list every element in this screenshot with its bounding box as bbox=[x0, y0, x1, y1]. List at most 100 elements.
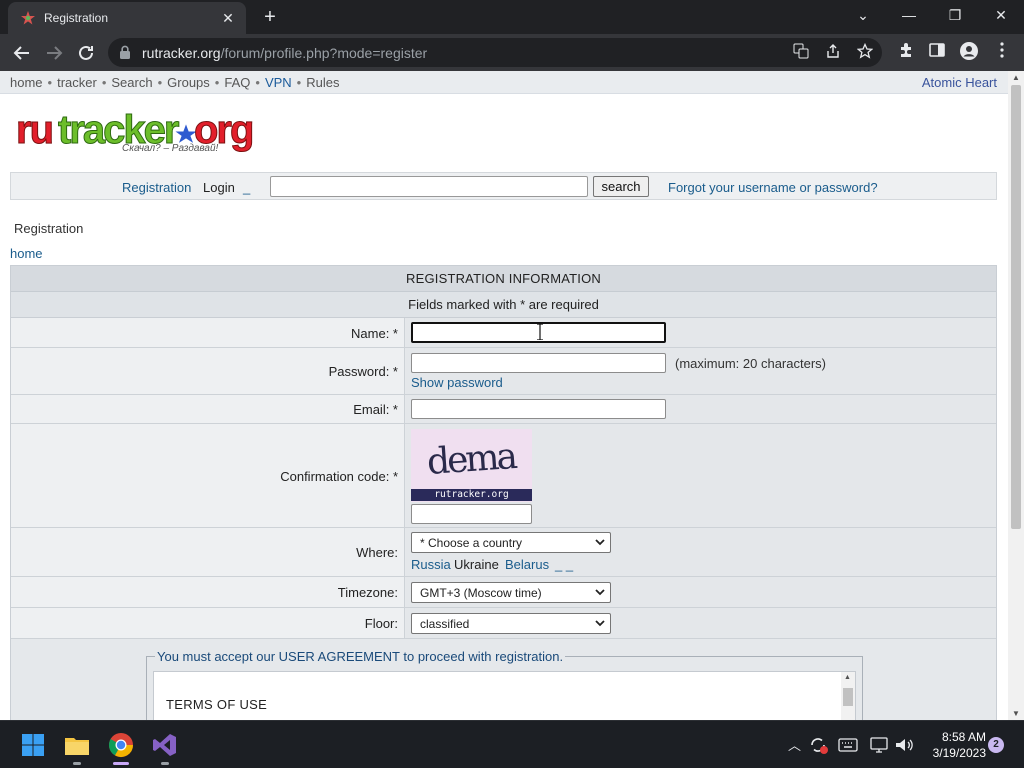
keyboard-icon[interactable] bbox=[838, 737, 858, 753]
sync-update-icon[interactable] bbox=[808, 735, 830, 755]
timezone-label-cell: Timezone: bbox=[11, 577, 405, 607]
tab-search-icon[interactable]: ⌄ bbox=[840, 0, 886, 32]
search-button[interactable]: search bbox=[593, 176, 649, 197]
captcha-input[interactable] bbox=[411, 504, 532, 524]
floor-label: Floor: bbox=[364, 616, 398, 631]
windows-start-icon[interactable] bbox=[19, 731, 47, 759]
email-row: Email: * bbox=[11, 395, 996, 424]
back-icon[interactable] bbox=[9, 40, 35, 66]
lock-icon bbox=[120, 45, 130, 59]
address-bar[interactable]: rutracker.org/forum/profile.php?mode=reg… bbox=[108, 38, 882, 67]
where-row: Where: * Choose a country Russia Ukraine… bbox=[11, 528, 996, 577]
top-nav-links: home • tracker • Search • Groups • FAQ • VPN • Rules bbox=[10, 75, 339, 90]
registration-link[interactable]: Registration bbox=[122, 180, 191, 195]
page-scroll-thumb[interactable] bbox=[1011, 85, 1021, 529]
browser-menu-icon[interactable] bbox=[990, 41, 1014, 65]
windows-taskbar: ︿ 8:58 AM 3/19/2023 2 bbox=[0, 720, 1024, 768]
scroll-up-icon[interactable]: ▲ bbox=[844, 674, 851, 681]
top-navigation: home • tracker • Search • Groups • FAQ • VPN • Rules… bbox=[0, 71, 1008, 94]
terms-scroll-thumb[interactable] bbox=[843, 688, 853, 706]
agreement-legend: You must accept our USER AGREEMENT to pr… bbox=[155, 649, 566, 664]
reload-icon[interactable] bbox=[73, 40, 99, 66]
page-scrollbar[interactable]: ▲ ▼ bbox=[1008, 71, 1024, 720]
country-belarus-link[interactable]: Belarus bbox=[505, 557, 549, 572]
svg-text:ru: ru bbox=[16, 109, 52, 152]
country-ukraine-label[interactable]: Ukraine bbox=[454, 557, 499, 572]
minimize-icon[interactable]: — bbox=[886, 0, 932, 32]
where-label-cell: Where: bbox=[11, 528, 405, 576]
password-label-cell: Password: * bbox=[11, 348, 405, 394]
country-select[interactable]: * Choose a country bbox=[411, 532, 611, 553]
profile-avatar-icon[interactable] bbox=[957, 41, 981, 65]
rutracker-favicon-icon bbox=[21, 11, 35, 25]
timezone-row: Timezone: GMT+3 (Moscow time) bbox=[11, 577, 996, 608]
email-label-cell: Email: * bbox=[11, 395, 405, 423]
restore-icon[interactable]: ❐ bbox=[932, 0, 978, 32]
nav-tracker-link[interactable]: tracker bbox=[57, 75, 97, 90]
password-input[interactable] bbox=[411, 353, 666, 373]
nav-separator: • bbox=[214, 75, 220, 90]
nav-separator: • bbox=[296, 75, 302, 90]
terms-textarea[interactable]: TERMS OF USE ▲ bbox=[153, 671, 856, 720]
forgot-password-link[interactable]: Forgot your username or password? bbox=[668, 180, 878, 195]
nav-home-link[interactable]: home bbox=[10, 75, 43, 90]
name-row: Name: * bbox=[11, 318, 996, 348]
file-explorer-icon[interactable] bbox=[63, 731, 91, 759]
tray-chevron-up-icon[interactable]: ︿ bbox=[788, 735, 801, 754]
nav-separator: • bbox=[157, 75, 163, 90]
login-underscore: _ bbox=[243, 180, 251, 195]
captcha-value-cell: dema rutracker.org bbox=[406, 424, 996, 527]
nav-search-link[interactable]: Search bbox=[111, 75, 152, 90]
new-tab-icon[interactable]: + bbox=[258, 5, 282, 29]
nav-faq-link[interactable]: FAQ bbox=[224, 75, 250, 90]
display-network-icon[interactable] bbox=[870, 736, 888, 754]
share-icon[interactable] bbox=[823, 43, 843, 63]
user-agreement-fieldset: You must accept our USER AGREEMENT to pr… bbox=[146, 649, 863, 720]
tab-close-icon[interactable]: ✕ bbox=[218, 8, 238, 28]
forward-icon[interactable] bbox=[41, 40, 67, 66]
system-clock[interactable]: 8:58 AM 3/19/2023 bbox=[920, 729, 986, 761]
clock-date: 3/19/2023 bbox=[932, 746, 986, 760]
where-label: Where: bbox=[356, 545, 398, 560]
volume-icon[interactable] bbox=[894, 736, 914, 754]
floor-select[interactable]: classified bbox=[411, 613, 611, 634]
country-russia-link[interactable]: Russia bbox=[411, 557, 451, 572]
email-input[interactable] bbox=[411, 399, 666, 419]
browser-toolbar: rutracker.org/forum/profile.php?mode=reg… bbox=[0, 34, 1024, 71]
captcha-row: Confirmation code: * dema rutracker.org bbox=[11, 424, 996, 528]
side-panel-icon[interactable] bbox=[925, 41, 949, 65]
browser-tab[interactable]: Registration ✕ bbox=[8, 2, 246, 34]
required-note: Fields marked with * are required bbox=[11, 292, 996, 318]
nav-rules-link[interactable]: Rules bbox=[306, 75, 339, 90]
show-password-link[interactable]: Show password bbox=[411, 375, 503, 390]
bookmark-star-icon[interactable] bbox=[855, 42, 875, 63]
password-label: Password: * bbox=[328, 364, 398, 379]
site-search-input[interactable] bbox=[270, 176, 588, 197]
url-text: rutracker.org/forum/profile.php?mode=reg… bbox=[142, 45, 427, 61]
scroll-down-icon[interactable]: ▼ bbox=[1012, 709, 1020, 718]
visual-studio-icon[interactable] bbox=[151, 731, 179, 759]
captcha-image: dema rutracker.org bbox=[411, 429, 532, 502]
login-label[interactable]: Login bbox=[203, 180, 235, 195]
timezone-select[interactable]: GMT+3 (Moscow time) bbox=[411, 582, 611, 603]
breadcrumb-home-link[interactable]: home bbox=[10, 246, 43, 261]
scroll-up-icon[interactable]: ▲ bbox=[1012, 73, 1020, 82]
floor-select-value: classified bbox=[420, 617, 470, 631]
url-path: /forum/profile.php?mode=register bbox=[220, 45, 428, 61]
nav-separator: • bbox=[47, 75, 53, 90]
visual-studio-indicator bbox=[161, 762, 169, 765]
where-value-cell: * Choose a country Russia Ukraine Belaru… bbox=[406, 528, 996, 576]
extensions-icon[interactable] bbox=[894, 41, 918, 65]
translate-icon[interactable] bbox=[791, 43, 811, 63]
nav-separator: • bbox=[255, 75, 260, 90]
nav-vpn-link[interactable]: VPN bbox=[265, 75, 292, 90]
terms-scrollbar[interactable]: ▲ bbox=[841, 672, 855, 720]
window-close-icon[interactable]: ✕ bbox=[978, 0, 1024, 32]
atomic-heart-link[interactable]: Atomic Heart bbox=[922, 75, 997, 90]
chrome-icon[interactable] bbox=[107, 731, 135, 759]
notification-badge[interactable]: 2 bbox=[988, 737, 1004, 753]
file-explorer-indicator bbox=[73, 762, 81, 765]
nav-groups-link[interactable]: Groups bbox=[167, 75, 210, 90]
login-bar: Registration Login _ search Forgot your … bbox=[10, 172, 997, 200]
email-label: Email: * bbox=[353, 402, 398, 417]
